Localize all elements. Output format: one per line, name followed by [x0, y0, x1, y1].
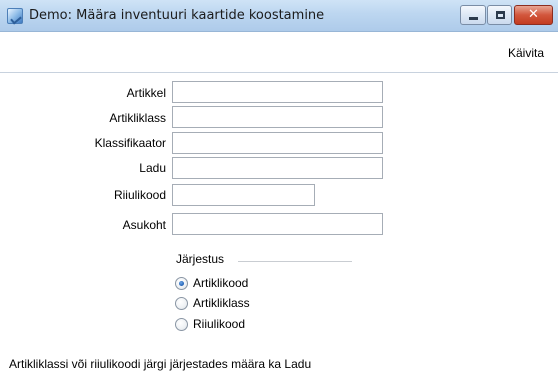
location-field[interactable]	[172, 157, 383, 179]
sort-order-title: Järjestus	[176, 252, 225, 266]
minimize-button[interactable]	[460, 5, 486, 25]
sort-article-code-label[interactable]: Artiklikood	[193, 276, 248, 290]
classifier-label: Klassifikaator	[94, 136, 166, 150]
sort-shelf-code-radio[interactable]	[175, 318, 188, 331]
close-icon: ✕	[528, 7, 539, 22]
app-icon	[7, 8, 23, 24]
sort-article-class-radio[interactable]	[175, 297, 188, 310]
article-class-field[interactable]	[172, 106, 383, 128]
sort-shelf-code-label[interactable]: Riiulikood	[193, 317, 245, 331]
shelf-code-field[interactable]	[172, 184, 315, 206]
title-bar: Demo: Määra inventuuri kaartide koostami…	[0, 0, 558, 32]
sort-article-class-label[interactable]: Artikliklass	[193, 296, 250, 310]
location-label: Ladu	[139, 161, 166, 175]
window-title: Demo: Määra inventuuri kaartide koostami…	[29, 8, 325, 23]
run-button[interactable]: Käivita	[508, 46, 544, 60]
article-label: Artikkel	[126, 86, 166, 100]
shelf-code-label: Riiulikood	[113, 188, 166, 202]
classifier-field[interactable]	[172, 132, 383, 154]
close-button[interactable]: ✕	[514, 5, 553, 25]
position-label: Asukoht	[122, 218, 166, 232]
position-field[interactable]	[172, 213, 383, 235]
article-field[interactable]	[172, 81, 383, 103]
maximize-button[interactable]	[487, 5, 512, 25]
group-divider	[238, 261, 352, 262]
action-bar: Käivita	[0, 33, 558, 73]
maximize-icon	[496, 11, 505, 19]
sort-article-code-radio[interactable]	[175, 277, 188, 290]
article-class-label: Artikliklass	[109, 111, 166, 125]
minimize-icon	[469, 17, 478, 20]
hint-text: Artikliklassi või riiulikoodi järgi järj…	[9, 357, 312, 371]
